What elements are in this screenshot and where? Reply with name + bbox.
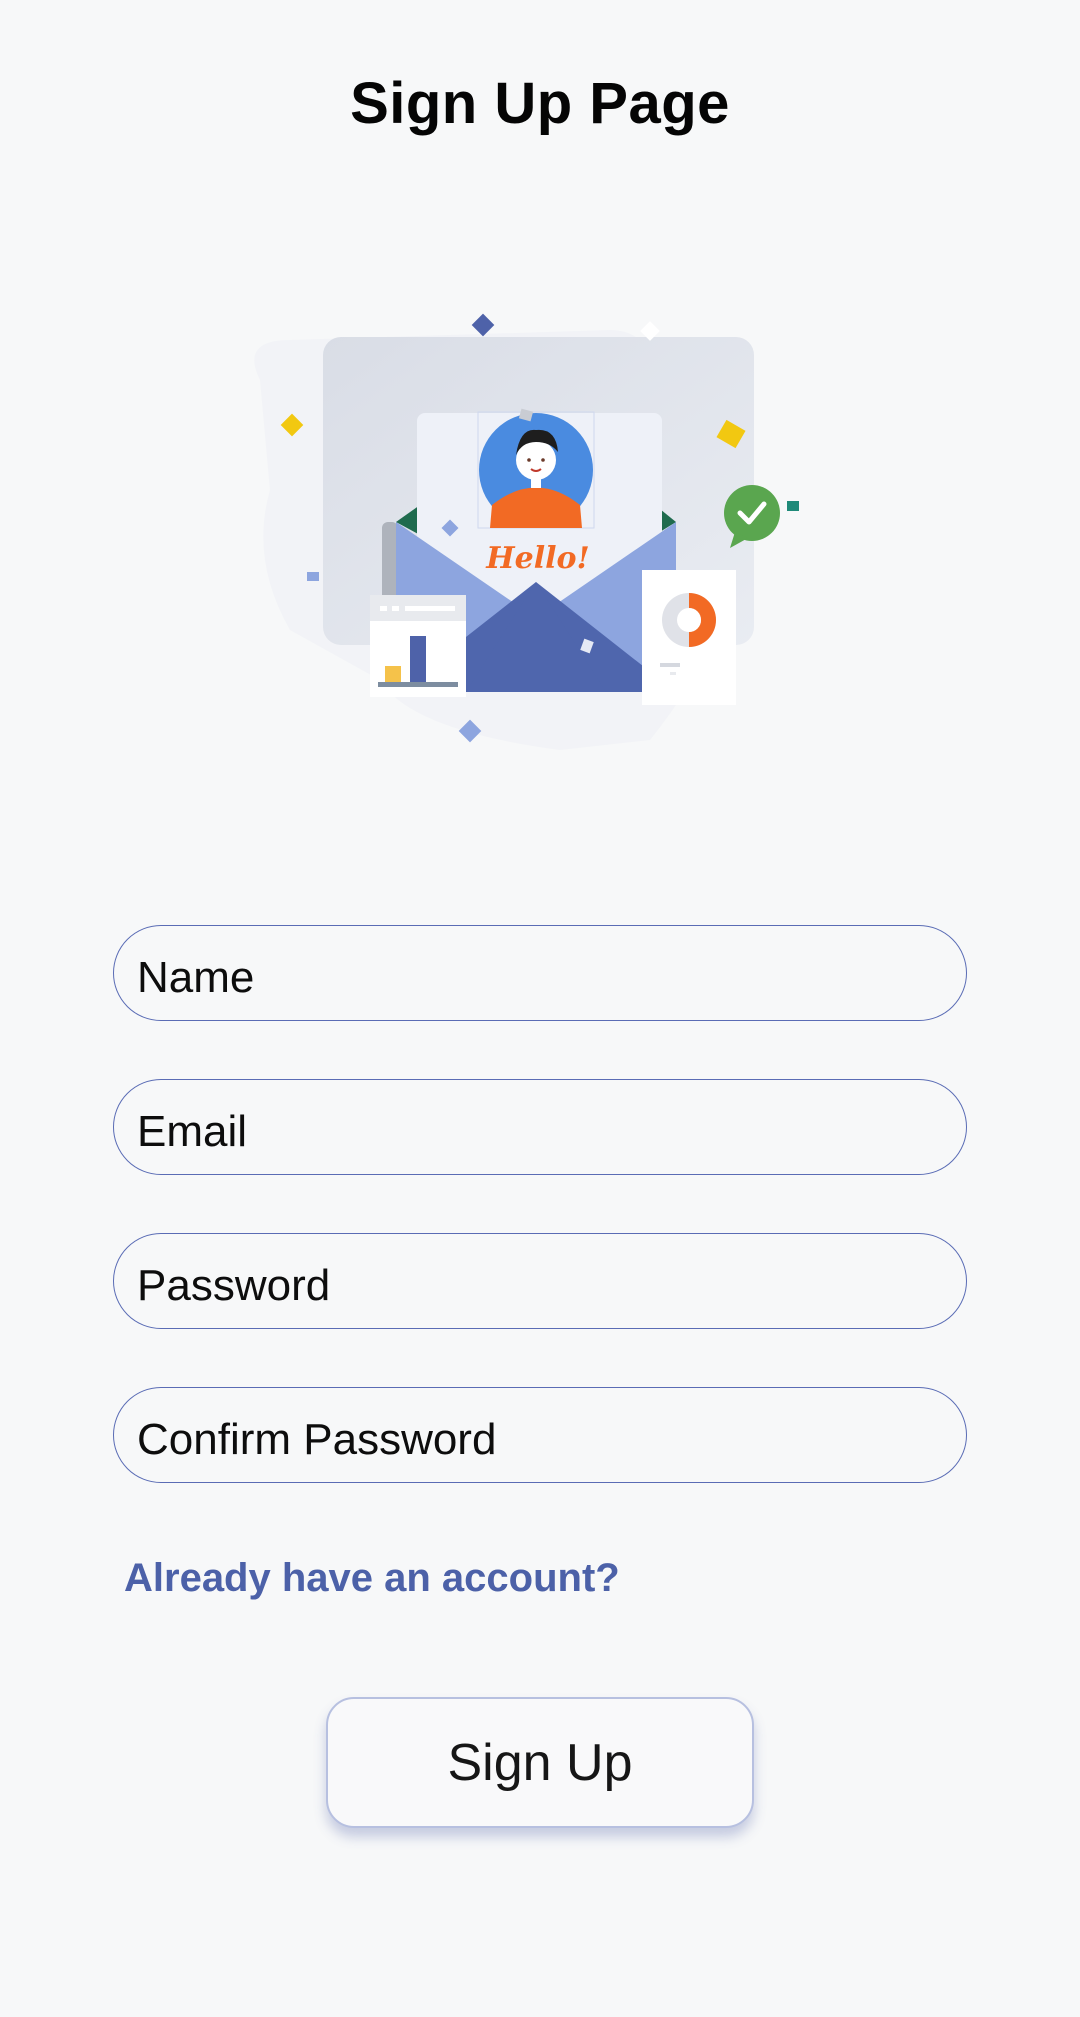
password-input[interactable] [114,1234,966,1328]
signup-button[interactable]: Sign Up [326,1697,754,1828]
password-field[interactable] [113,1233,967,1329]
confirm-password-field[interactable] [113,1387,967,1483]
svg-text:Hello!: Hello! [485,541,589,576]
email-field[interactable] [113,1079,967,1175]
signup-illustration: Hello! [254,313,799,750]
name-input[interactable] [114,926,966,1020]
confirm-password-input[interactable] [114,1388,966,1482]
login-link[interactable]: Already have an account? [124,1556,620,1601]
email-input[interactable] [114,1080,966,1174]
name-field[interactable] [113,925,967,1021]
page-title: Sign Up Page [350,71,730,136]
